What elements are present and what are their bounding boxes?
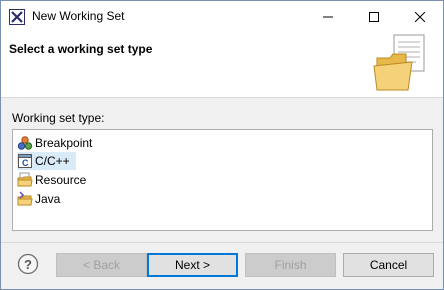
close-button[interactable] — [397, 1, 443, 32]
list-item-resource[interactable]: Resource — [17, 171, 92, 189]
help-icon: ? — [17, 253, 39, 275]
new-working-set-dialog: New Working Set Select a working set typ… — [0, 0, 444, 290]
list-item-java[interactable]: Java — [17, 190, 66, 208]
back-button[interactable]: < Back — [56, 253, 147, 277]
minimize-icon — [323, 16, 333, 17]
java-folder-icon — [17, 191, 33, 206]
maximize-icon — [369, 11, 379, 22]
close-icon — [415, 11, 425, 22]
cancel-button[interactable]: Cancel — [343, 253, 434, 277]
wizard-banner: Select a working set type — [1, 32, 443, 98]
resource-folder-icon — [17, 172, 33, 187]
list-item-breakpoint[interactable]: Breakpoint — [17, 134, 98, 152]
next-button[interactable]: Next > — [147, 253, 238, 277]
working-set-type-list[interactable]: Breakpoint C C/C++ Resource Java — [12, 129, 433, 231]
svg-text:?: ? — [24, 257, 32, 272]
list-item-label: C/C++ — [35, 154, 70, 168]
eclipse-app-icon — [9, 9, 25, 25]
minimize-button[interactable] — [305, 1, 351, 32]
window-title: New Working Set — [32, 9, 125, 23]
list-item-label: Breakpoint — [35, 136, 93, 150]
breakpoint-icon — [17, 136, 33, 150]
list-item-label: Resource — [35, 173, 87, 187]
svg-text:C: C — [22, 158, 29, 168]
c-cpp-icon: C — [18, 154, 32, 168]
working-set-wizard-image — [373, 34, 425, 91]
list-item-label: Java — [35, 192, 61, 206]
title-bar: New Working Set — [1, 1, 443, 32]
button-bar-separator — [1, 242, 443, 243]
list-item-c-cpp[interactable]: C C/C++ — [17, 152, 76, 170]
maximize-button[interactable] — [351, 1, 397, 32]
page-title: Select a working set type — [9, 42, 153, 56]
working-set-type-label: Working set type: — [12, 111, 105, 125]
help-button[interactable]: ? — [17, 253, 39, 275]
finish-button[interactable]: Finish — [245, 253, 336, 277]
